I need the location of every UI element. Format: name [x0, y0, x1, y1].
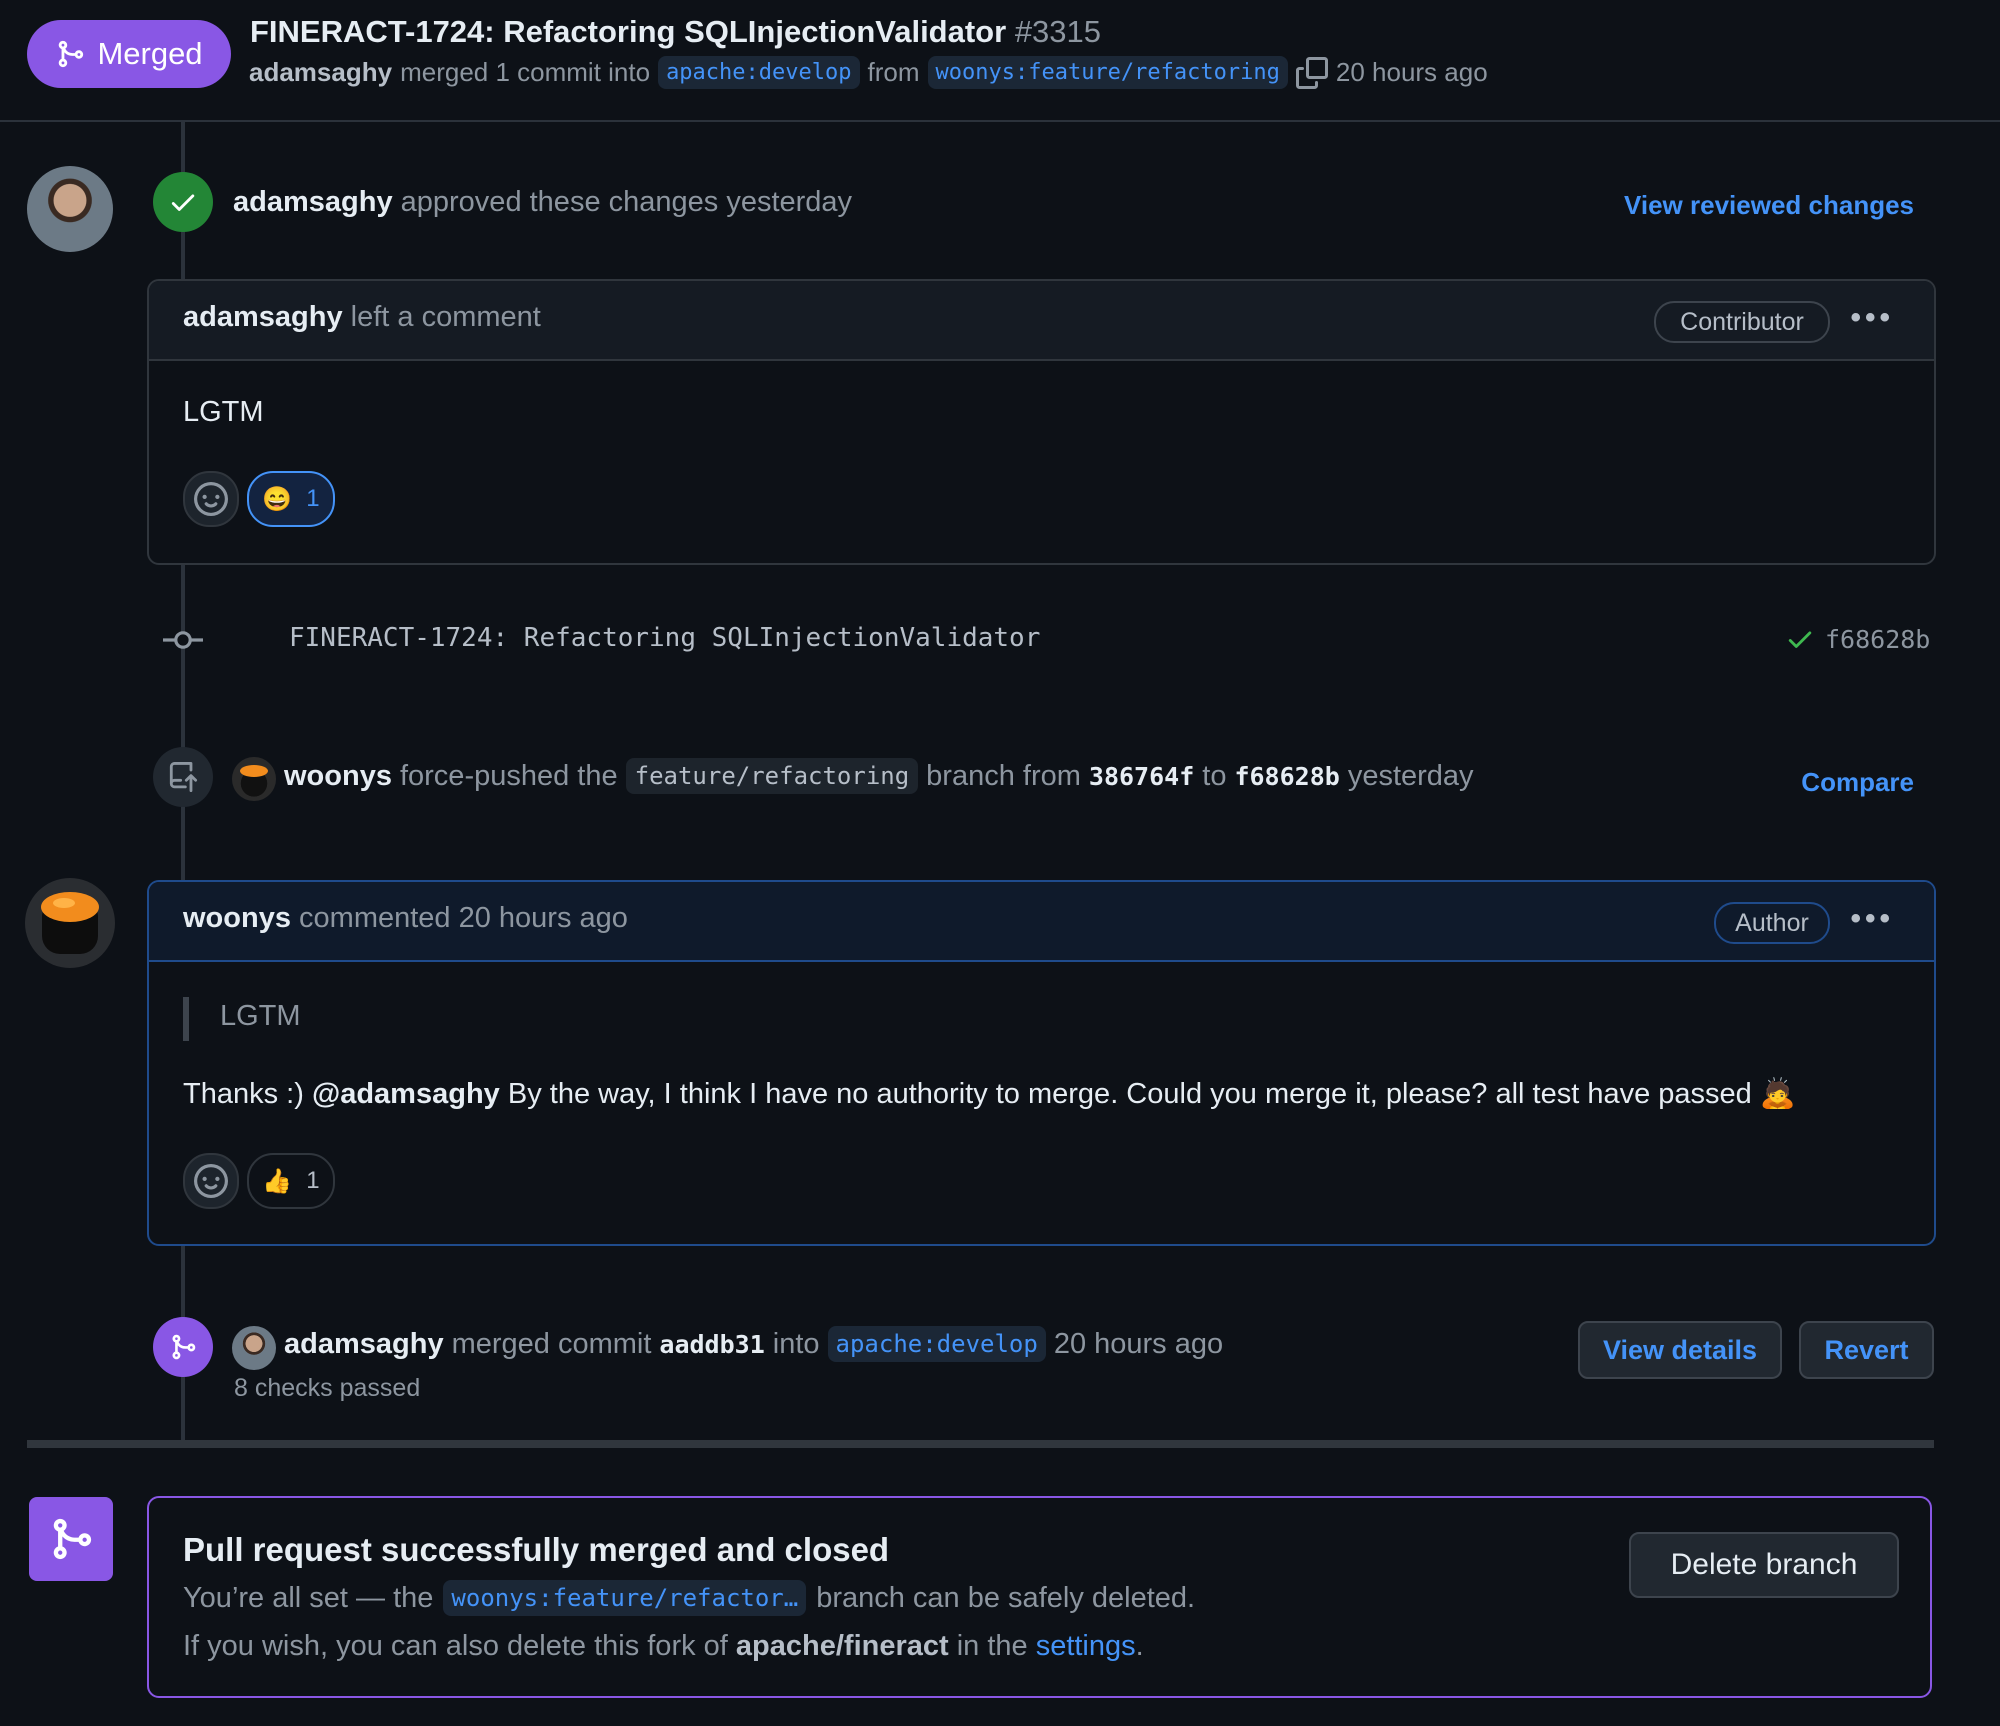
force-push-summary: woonys force-pushed the feature/refactor… — [284, 758, 1474, 794]
merged-closed-title: Pull request successfully merged and clo… — [183, 1531, 890, 1568]
from-sha-link[interactable]: 386764f — [1089, 762, 1194, 791]
add-reaction-button[interactable] — [183, 471, 239, 527]
delete-fork-prefix: If you wish, you can also delete this fo… — [183, 1630, 728, 1662]
header-divider — [0, 120, 2000, 122]
review-user-link[interactable]: adamsaghy — [233, 186, 393, 218]
smiley-icon — [194, 1164, 228, 1198]
more-options-icon[interactable]: ••• — [1850, 902, 1894, 936]
adamsaghy-avatar[interactable] — [27, 166, 113, 252]
woonys-avatar[interactable] — [25, 878, 115, 968]
body-text: By the way, I think I have no authority … — [507, 1078, 1752, 1110]
comment-header: adamsaghy left a comment Contributor ••• — [149, 281, 1934, 361]
copy-icon[interactable] — [1295, 56, 1328, 89]
force-push-time: yesterday — [1347, 759, 1474, 792]
timeline-line — [181, 563, 185, 881]
pr-time: 20 hours ago — [1335, 57, 1488, 87]
head-branch-chip[interactable]: woonys:feature/refactor… — [443, 1580, 807, 1616]
quoted-text: LGTM — [220, 1000, 301, 1032]
commit-status: f68628b — [1785, 624, 1930, 654]
safe-delete-suffix: branch can be safely deleted. — [816, 1581, 1196, 1614]
commit-icon — [163, 629, 203, 651]
body-prefix: Thanks :) — [183, 1078, 304, 1110]
merge-event-icon — [153, 1317, 213, 1377]
comment-action-text: left a comment — [350, 301, 541, 333]
compare-link[interactable]: Compare — [1801, 767, 1914, 798]
from-text: from — [867, 57, 920, 87]
timeline-end-divider — [27, 1440, 1934, 1448]
comment-action-text: commented 20 hours ago — [299, 902, 628, 934]
merged-status-badge: Merged — [27, 20, 231, 88]
reaction-smile-button[interactable]: 😄 1 — [247, 471, 335, 527]
pr-title: FINERACT-1724: Refactoring SQLInjectionV… — [250, 14, 1101, 50]
merged-closed-box: Pull request successfully merged and clo… — [147, 1496, 1932, 1698]
comment-author-line: woonys commented 20 hours ago — [183, 902, 628, 935]
checks-passed-link[interactable]: 8 checks passed — [234, 1374, 420, 1403]
force-push-text: force-pushed the — [399, 759, 618, 792]
comment-user-link[interactable]: adamsaghy — [183, 301, 343, 333]
merge-branch-chip[interactable]: apache:develop — [827, 1326, 1046, 1362]
commit-message-link[interactable]: FINERACT-1724: Refactoring SQLInjectionV… — [289, 623, 1040, 653]
mention-link[interactable]: @adamsaghy — [312, 1078, 500, 1110]
reaction-count: 1 — [306, 485, 320, 512]
safe-delete-line: You’re all set — the woonys:feature/refa… — [183, 1580, 1195, 1616]
comment-header: woonys commented 20 hours ago Author ••• — [149, 882, 1934, 962]
check-icon[interactable] — [1785, 624, 1815, 654]
merge-sha-link[interactable]: aaddb31 — [659, 1330, 764, 1359]
review-summary: adamsaghy approved these changes yesterd… — [233, 186, 852, 219]
into-text: into — [772, 1327, 820, 1360]
merged-status-label: Merged — [97, 36, 203, 71]
reaction-emoji: 😄 — [262, 485, 293, 513]
contributor-badge: Contributor — [1654, 301, 1830, 343]
pr-author-link[interactable]: adamsaghy — [249, 57, 392, 88]
reaction-thumbsup-button[interactable]: 👍 1 — [247, 1153, 335, 1209]
repo-push-icon — [153, 747, 213, 807]
settings-link[interactable]: settings — [1036, 1630, 1136, 1662]
delete-fork-line: If you wish, you can also delete this fo… — [183, 1630, 1144, 1663]
view-reviewed-changes-link[interactable]: View reviewed changes — [1624, 190, 1914, 221]
revert-button[interactable]: Revert — [1799, 1321, 1934, 1379]
safe-delete-prefix: You’re all set — the — [183, 1581, 434, 1614]
delete-branch-button[interactable]: Delete branch — [1629, 1532, 1899, 1598]
adamsaghy-small-avatar[interactable] — [232, 1326, 276, 1370]
bowing-emoji: 🙇 — [1759, 1078, 1796, 1110]
blockquote-bar — [183, 997, 189, 1041]
more-options-icon[interactable]: ••• — [1850, 301, 1894, 335]
view-details-button[interactable]: View details — [1578, 1321, 1782, 1379]
review-action-text: approved these changes yesterday — [400, 186, 853, 218]
base-branch-chip[interactable]: apache:develop — [658, 56, 860, 89]
merge-event-summary: adamsaghy merged commit aaddb31 into apa… — [284, 1326, 1223, 1362]
merge-text: merged 1 commit into — [400, 57, 651, 87]
comment-body: LGTM — [183, 396, 264, 428]
commit-sha-link[interactable]: f68628b — [1825, 625, 1930, 654]
merged-commit-text: merged commit — [451, 1327, 652, 1360]
force-push-branch-chip[interactable]: feature/refactoring — [625, 758, 919, 794]
branch-from-text: branch from — [926, 759, 1081, 792]
delete-fork-mid: in the — [956, 1630, 1028, 1662]
force-push-user-link[interactable]: woonys — [284, 760, 392, 793]
author-comment-box: woonys commented 20 hours ago Author •••… — [147, 880, 1936, 1246]
repo-name: apache/fineract — [735, 1630, 949, 1662]
review-comment-box: adamsaghy left a comment Contributor •••… — [147, 279, 1936, 565]
add-reaction-button[interactable] — [183, 1153, 239, 1209]
approved-check-icon — [153, 172, 213, 232]
pr-number: #3315 — [1014, 14, 1102, 49]
merge-time: 20 hours ago — [1053, 1327, 1224, 1360]
merge-icon — [59, 40, 84, 68]
delete-fork-end: . — [1135, 1630, 1144, 1662]
pr-merge-summary: adamsaghy merged 1 commit into apache:de… — [249, 56, 1488, 89]
comment-user-link[interactable]: woonys — [183, 902, 291, 934]
comment-body: Thanks :) @adamsaghy By the way, I think… — [183, 1077, 1796, 1111]
author-badge: Author — [1714, 902, 1830, 944]
pr-title-text: FINERACT-1724: Refactoring SQLInjectionV… — [250, 14, 1007, 49]
smiley-icon — [194, 482, 228, 516]
merged-large-icon — [29, 1497, 113, 1581]
reaction-count: 1 — [306, 1167, 320, 1194]
reaction-emoji: 👍 — [262, 1167, 293, 1195]
woonys-small-avatar[interactable] — [232, 757, 276, 801]
head-branch-chip[interactable]: woonys:feature/refactoring — [927, 56, 1288, 89]
comment-author-line: adamsaghy left a comment — [183, 301, 541, 334]
to-text: to — [1202, 759, 1227, 792]
merge-user-link[interactable]: adamsaghy — [284, 1328, 444, 1361]
to-sha-link[interactable]: f68628b — [1234, 762, 1339, 791]
